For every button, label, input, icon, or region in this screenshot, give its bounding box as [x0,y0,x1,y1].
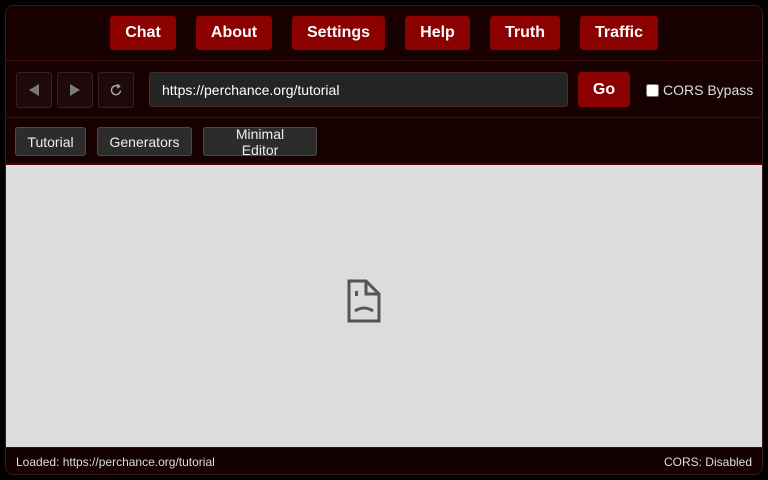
reload-icon [110,83,122,96]
status-loaded-text: Loaded: https://perchance.org/tutorial [16,455,215,469]
reload-button[interactable] [98,72,134,108]
status-bar: Loaded: https://perchance.org/tutorial C… [6,447,762,474]
nav-settings-button[interactable]: Settings [292,16,385,50]
go-button[interactable]: Go [578,72,630,107]
nav-help-button[interactable]: Help [405,16,470,50]
url-input[interactable] [149,72,568,107]
browser-frame: Chat About Settings Help Truth Traffic G… [5,5,763,475]
bookmark-generators[interactable]: Generators [97,127,192,156]
triangle-left-icon [29,84,39,96]
cors-bypass-toggle[interactable]: CORS Bypass [646,80,753,100]
bookmark-tutorial[interactable]: Tutorial [15,127,86,156]
broken-page-icon [347,279,381,323]
cors-bypass-checkbox[interactable] [646,83,659,97]
nav-traffic-button[interactable]: Traffic [580,16,658,50]
browser-toolbar: Go CORS Bypass [6,62,762,118]
back-button[interactable] [16,72,52,108]
cors-bypass-label: CORS Bypass [663,82,754,98]
triangle-right-icon [70,84,80,96]
nav-truth-button[interactable]: Truth [490,16,560,50]
status-cors-text: CORS: Disabled [663,455,752,469]
nav-chat-button[interactable]: Chat [110,16,176,50]
page-viewport[interactable] [6,165,762,447]
forward-button[interactable] [57,72,93,108]
top-nav: Chat About Settings Help Truth Traffic [6,6,762,61]
bookmark-minimal-editor[interactable]: Minimal Editor [203,126,317,158]
nav-about-button[interactable]: About [196,16,272,50]
bookmark-bar: Tutorial Generators Minimal Editor [6,119,762,165]
